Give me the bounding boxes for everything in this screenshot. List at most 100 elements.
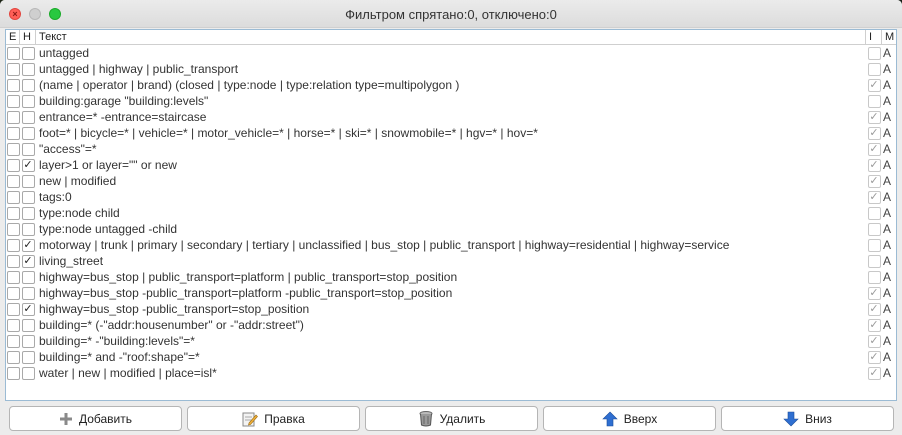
title-bar[interactable]: × Фильтром спрятано:0, отключено:0 xyxy=(0,0,902,28)
hide-checkbox[interactable] xyxy=(21,78,35,92)
hide-checkbox[interactable]: ✓ xyxy=(21,302,35,316)
filter-text[interactable]: untagged xyxy=(36,46,866,60)
table-row[interactable]: highway=bus_stop -public_transport=platf… xyxy=(6,285,896,301)
table-row[interactable]: ✓ layer>1 or layer="" or new ✓ A xyxy=(6,157,896,173)
table-row[interactable]: building=* and -"roof:shape"=* ✓ A xyxy=(6,349,896,365)
filter-text[interactable]: foot=* | bicycle=* | vehicle=* | motor_v… xyxy=(36,126,866,140)
hide-checkbox[interactable] xyxy=(21,46,35,60)
enable-checkbox[interactable] xyxy=(6,206,20,220)
inverse-checkbox[interactable]: ✓ xyxy=(867,366,881,380)
table-row[interactable]: untagged | highway | public_transport A xyxy=(6,61,896,77)
enable-checkbox[interactable] xyxy=(6,350,20,364)
move-down-button[interactable]: Вниз xyxy=(721,406,894,431)
inverse-checkbox[interactable] xyxy=(867,222,881,236)
table-row[interactable]: type:node child A xyxy=(6,205,896,221)
enable-checkbox[interactable] xyxy=(6,78,20,92)
table-row[interactable]: foot=* | bicycle=* | vehicle=* | motor_v… xyxy=(6,125,896,141)
enable-checkbox[interactable] xyxy=(6,318,20,332)
table-row[interactable]: water | new | modified | place=isl* ✓ A xyxy=(6,365,896,381)
enable-checkbox[interactable] xyxy=(6,190,20,204)
column-header-m[interactable]: M xyxy=(882,30,896,44)
table-row[interactable]: new | modified ✓ A xyxy=(6,173,896,189)
filter-text[interactable]: building:garage "building:levels" xyxy=(36,94,866,108)
table-row[interactable]: ✓ living_street A xyxy=(6,253,896,269)
table-row[interactable]: untagged A xyxy=(6,45,896,61)
inverse-checkbox[interactable]: ✓ xyxy=(867,286,881,300)
hide-checkbox[interactable] xyxy=(21,126,35,140)
table-row[interactable]: type:node untagged -child A xyxy=(6,221,896,237)
inverse-checkbox[interactable] xyxy=(867,238,881,252)
filter-text[interactable]: highway=bus_stop -public_transport=platf… xyxy=(36,286,866,300)
inverse-checkbox[interactable]: ✓ xyxy=(867,110,881,124)
hide-checkbox[interactable] xyxy=(21,366,35,380)
column-header-i[interactable]: I xyxy=(866,30,882,44)
enable-checkbox[interactable] xyxy=(6,142,20,156)
inverse-checkbox[interactable]: ✓ xyxy=(867,78,881,92)
enable-checkbox[interactable] xyxy=(6,254,20,268)
move-up-button[interactable]: Вверх xyxy=(543,406,716,431)
table-row[interactable]: highway=bus_stop | public_transport=plat… xyxy=(6,269,896,285)
hide-checkbox[interactable] xyxy=(21,206,35,220)
enable-checkbox[interactable] xyxy=(6,158,20,172)
enable-checkbox[interactable] xyxy=(6,238,20,252)
inverse-checkbox[interactable] xyxy=(867,94,881,108)
filter-text[interactable]: motorway | trunk | primary | secondary |… xyxy=(36,238,866,252)
filter-text[interactable]: "access"=* xyxy=(36,142,866,156)
hide-checkbox[interactable]: ✓ xyxy=(21,254,35,268)
inverse-checkbox[interactable]: ✓ xyxy=(867,302,881,316)
enable-checkbox[interactable] xyxy=(6,94,20,108)
hide-checkbox[interactable] xyxy=(21,142,35,156)
hide-checkbox[interactable]: ✓ xyxy=(21,238,35,252)
hide-checkbox[interactable] xyxy=(21,334,35,348)
table-row[interactable]: (name | operator | brand) (closed | type… xyxy=(6,77,896,93)
hide-checkbox[interactable] xyxy=(21,62,35,76)
inverse-checkbox[interactable]: ✓ xyxy=(867,334,881,348)
edit-button[interactable]: Правка xyxy=(187,406,360,431)
inverse-checkbox[interactable] xyxy=(867,62,881,76)
filter-text[interactable]: new | modified xyxy=(36,174,866,188)
hide-checkbox[interactable] xyxy=(21,174,35,188)
enable-checkbox[interactable] xyxy=(6,286,20,300)
table-row[interactable]: ✓ highway=bus_stop -public_transport=stop… xyxy=(6,301,896,317)
filter-text[interactable]: water | new | modified | place=isl* xyxy=(36,366,866,380)
delete-button[interactable]: Удалить xyxy=(365,406,538,431)
table-row[interactable]: tags:0 ✓ A xyxy=(6,189,896,205)
enable-checkbox[interactable] xyxy=(6,126,20,140)
enable-checkbox[interactable] xyxy=(6,334,20,348)
filter-text[interactable]: (name | operator | brand) (closed | type… xyxy=(36,78,866,92)
hide-checkbox[interactable] xyxy=(21,94,35,108)
hide-checkbox[interactable] xyxy=(21,190,35,204)
column-header-text[interactable]: Текст xyxy=(36,30,866,44)
inverse-checkbox[interactable] xyxy=(867,46,881,60)
enable-checkbox[interactable] xyxy=(6,366,20,380)
inverse-checkbox[interactable] xyxy=(867,206,881,220)
filter-text[interactable]: building=* (-"addr:housenumber" or -"add… xyxy=(36,318,866,332)
inverse-checkbox[interactable] xyxy=(867,254,881,268)
enable-checkbox[interactable] xyxy=(6,270,20,284)
add-button[interactable]: Добавить xyxy=(9,406,182,431)
hide-checkbox[interactable] xyxy=(21,286,35,300)
filter-text[interactable]: highway=bus_stop -public_transport=stop_… xyxy=(36,302,866,316)
enable-checkbox[interactable] xyxy=(6,302,20,316)
inverse-checkbox[interactable]: ✓ xyxy=(867,142,881,156)
enable-checkbox[interactable] xyxy=(6,46,20,60)
filter-text[interactable]: layer>1 or layer="" or new xyxy=(36,158,866,172)
filter-text[interactable]: entrance=* -entrance=staircase xyxy=(36,110,866,124)
column-header-e[interactable]: E xyxy=(6,30,20,44)
enable-checkbox[interactable] xyxy=(6,222,20,236)
enable-checkbox[interactable] xyxy=(6,110,20,124)
table-row[interactable]: entrance=* -entrance=staircase ✓ A xyxy=(6,109,896,125)
inverse-checkbox[interactable]: ✓ xyxy=(867,174,881,188)
hide-checkbox[interactable] xyxy=(21,222,35,236)
filter-text[interactable]: untagged | highway | public_transport xyxy=(36,62,866,76)
hide-checkbox[interactable]: ✓ xyxy=(21,158,35,172)
inverse-checkbox[interactable]: ✓ xyxy=(867,158,881,172)
column-header-h[interactable]: H xyxy=(20,30,36,44)
filter-text[interactable]: type:node untagged -child xyxy=(36,222,866,236)
filter-text[interactable]: tags:0 xyxy=(36,190,866,204)
filter-text[interactable]: type:node child xyxy=(36,206,866,220)
inverse-checkbox[interactable]: ✓ xyxy=(867,350,881,364)
filter-text[interactable]: highway=bus_stop | public_transport=plat… xyxy=(36,270,866,284)
inverse-checkbox[interactable]: ✓ xyxy=(867,190,881,204)
inverse-checkbox[interactable] xyxy=(867,270,881,284)
